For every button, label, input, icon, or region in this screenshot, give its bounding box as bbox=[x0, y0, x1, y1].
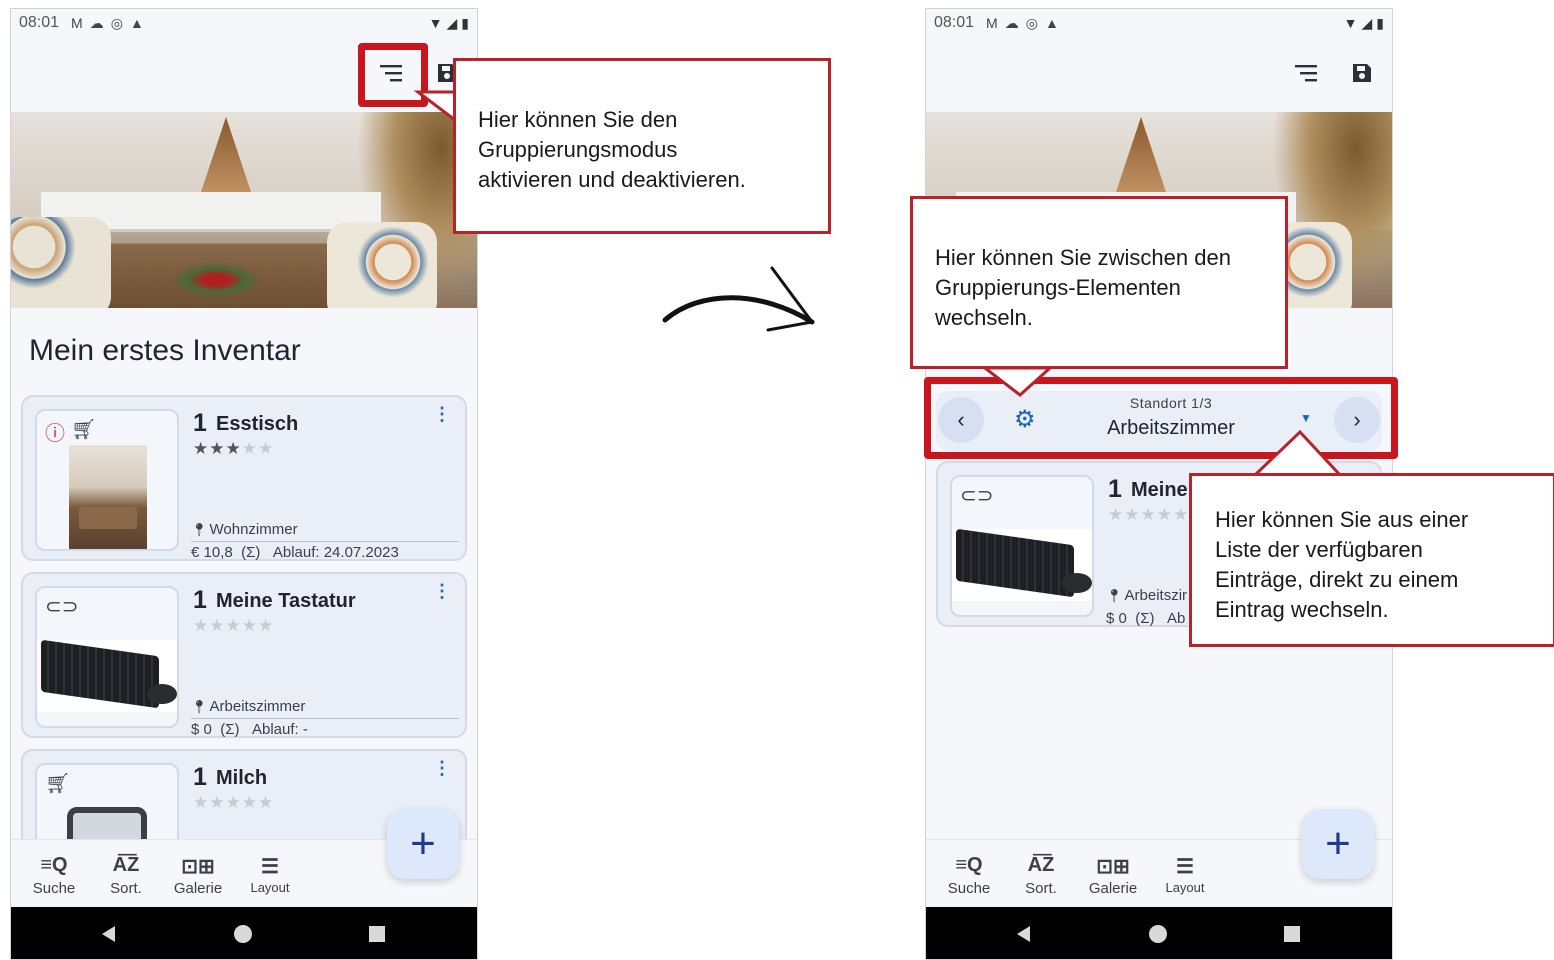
callout-pointer-switch bbox=[980, 366, 1054, 397]
transition-arrow-icon bbox=[662, 295, 815, 325]
callout-pointer-dropdown bbox=[1251, 429, 1344, 477]
callout-dropdown: Hier können Sie aus einer Liste der verf… bbox=[1189, 473, 1554, 647]
callout-pointer-group-mode bbox=[413, 90, 457, 124]
callout-group-mode: Hier können Sie den Gruppierungsmodus ak… bbox=[453, 58, 831, 234]
callout-switch-elements: Hier können Sie zwischen den Gruppierung… bbox=[910, 196, 1288, 369]
